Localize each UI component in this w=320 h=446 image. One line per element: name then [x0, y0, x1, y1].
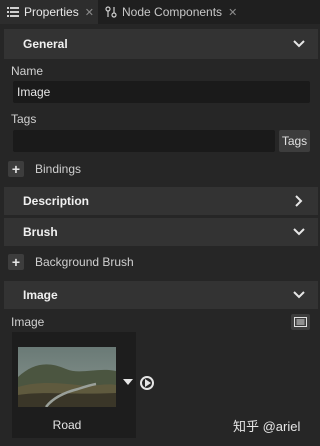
image-label: Image	[11, 315, 45, 329]
tab-label: Properties	[24, 5, 79, 19]
section-title: Brush	[23, 225, 58, 239]
tags-input[interactable]	[13, 130, 275, 152]
tab-properties[interactable]: Properties ✕	[0, 0, 98, 24]
node-components-icon	[104, 5, 118, 19]
chevron-down-icon	[292, 288, 306, 302]
section-description-header[interactable]: Description	[4, 187, 318, 215]
background-brush-row: + Background Brush	[8, 254, 134, 270]
section-brush-header[interactable]: Brush	[4, 218, 318, 246]
image-browse-button[interactable]	[291, 314, 310, 330]
tags-label: Tags	[11, 112, 37, 126]
close-icon[interactable]: ✕	[85, 6, 94, 19]
tags-button[interactable]: Tags	[279, 130, 310, 152]
road-thumbnail	[18, 347, 116, 407]
chevron-right-icon	[292, 194, 306, 208]
section-image-header[interactable]: Image	[4, 281, 318, 309]
list-icon	[6, 5, 20, 19]
chevron-down-icon	[292, 225, 306, 239]
bindings-row: + Bindings	[8, 161, 81, 177]
add-background-brush-button[interactable]: +	[8, 254, 24, 270]
name-input[interactable]: Image	[13, 81, 310, 103]
bindings-label: Bindings	[35, 162, 82, 176]
tab-node-components[interactable]: Node Components ✕	[98, 0, 248, 24]
section-general-header[interactable]: General	[4, 29, 318, 59]
add-bindings-button[interactable]: +	[8, 161, 24, 177]
tags-button-label: Tags	[281, 134, 308, 148]
name-label: Name	[11, 64, 44, 78]
close-icon[interactable]: ✕	[228, 6, 237, 19]
section-title: Description	[23, 194, 90, 208]
section-title: Image	[23, 288, 58, 302]
asset-name: Road	[52, 418, 82, 432]
section-title: General	[23, 37, 68, 51]
background-brush-label: Background Brush	[35, 255, 134, 269]
tab-bar: Properties ✕ Node Components ✕	[0, 0, 320, 24]
image-browse-icon	[294, 317, 307, 327]
image-asset-preview[interactable]: Road	[12, 332, 136, 438]
tab-label: Node Components	[122, 5, 223, 19]
caret-down-icon[interactable]	[123, 379, 133, 385]
chevron-down-icon	[292, 37, 306, 51]
reset-icon[interactable]	[139, 375, 155, 391]
watermark-text: 知乎 @ariel	[233, 419, 301, 434]
name-value: Image	[17, 85, 51, 99]
